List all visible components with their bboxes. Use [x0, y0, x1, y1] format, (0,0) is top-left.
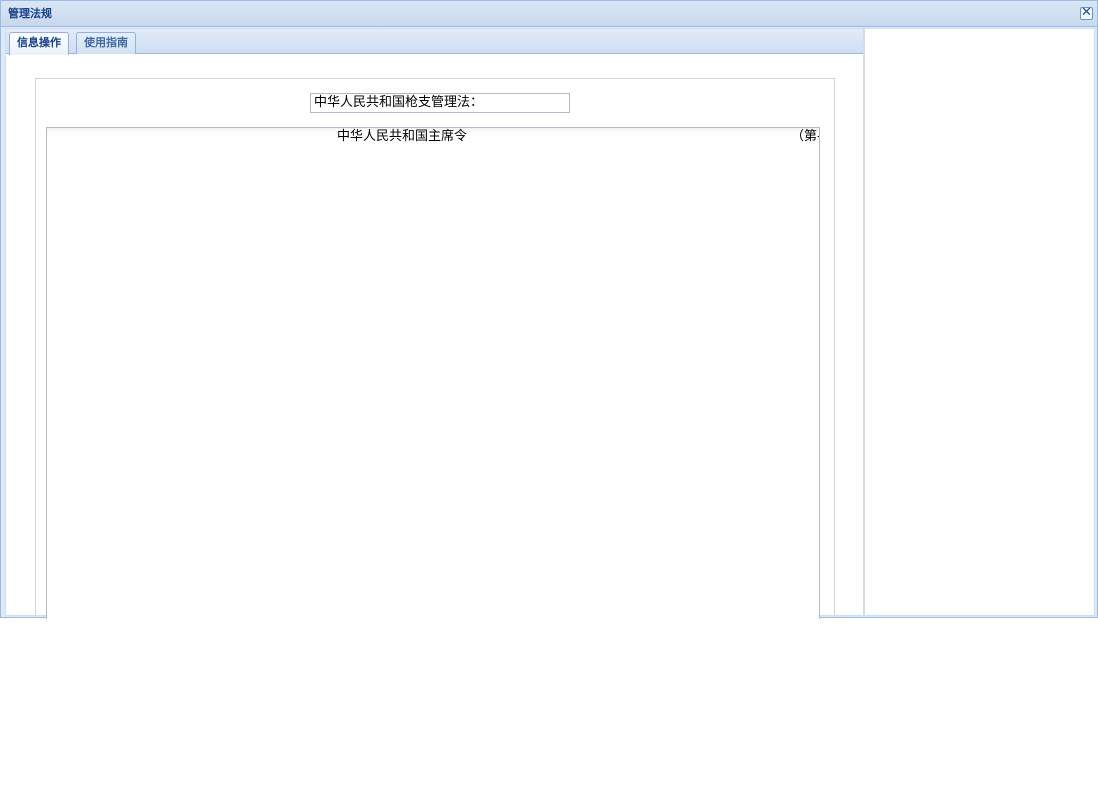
tab-strip: 信息操作 使用指南	[6, 29, 863, 55]
side-panel	[864, 28, 1095, 616]
window-titlebar: 管理法规 ✕	[1, 1, 1097, 27]
tab-info-operation[interactable]: 信息操作	[9, 32, 69, 55]
close-icon[interactable]: ✕	[1080, 6, 1093, 20]
tab-user-guide[interactable]: 使用指南	[76, 32, 136, 54]
textarea-line-number: （第-	[791, 129, 820, 144]
law-title-input[interactable]: 中华人民共和国枪支管理法：	[310, 93, 570, 113]
window-title: 管理法规	[8, 7, 52, 20]
main-panel: 信息操作 使用指南 中华人民共和国枪支管理法： 中华人民共和国主席令 （第-	[5, 28, 864, 619]
form-fieldset: 中华人民共和国枪支管理法： 中华人民共和国主席令 （第-	[35, 78, 835, 619]
law-content-textarea[interactable]: 中华人民共和国主席令 （第-	[46, 127, 820, 619]
regulation-window: 管理法规 ✕ 信息操作 使用指南 中华人民共和国枪支管理法： 中华人民共和国主席…	[0, 0, 1098, 619]
textarea-line-decree: 中华人民共和国主席令	[337, 129, 468, 144]
